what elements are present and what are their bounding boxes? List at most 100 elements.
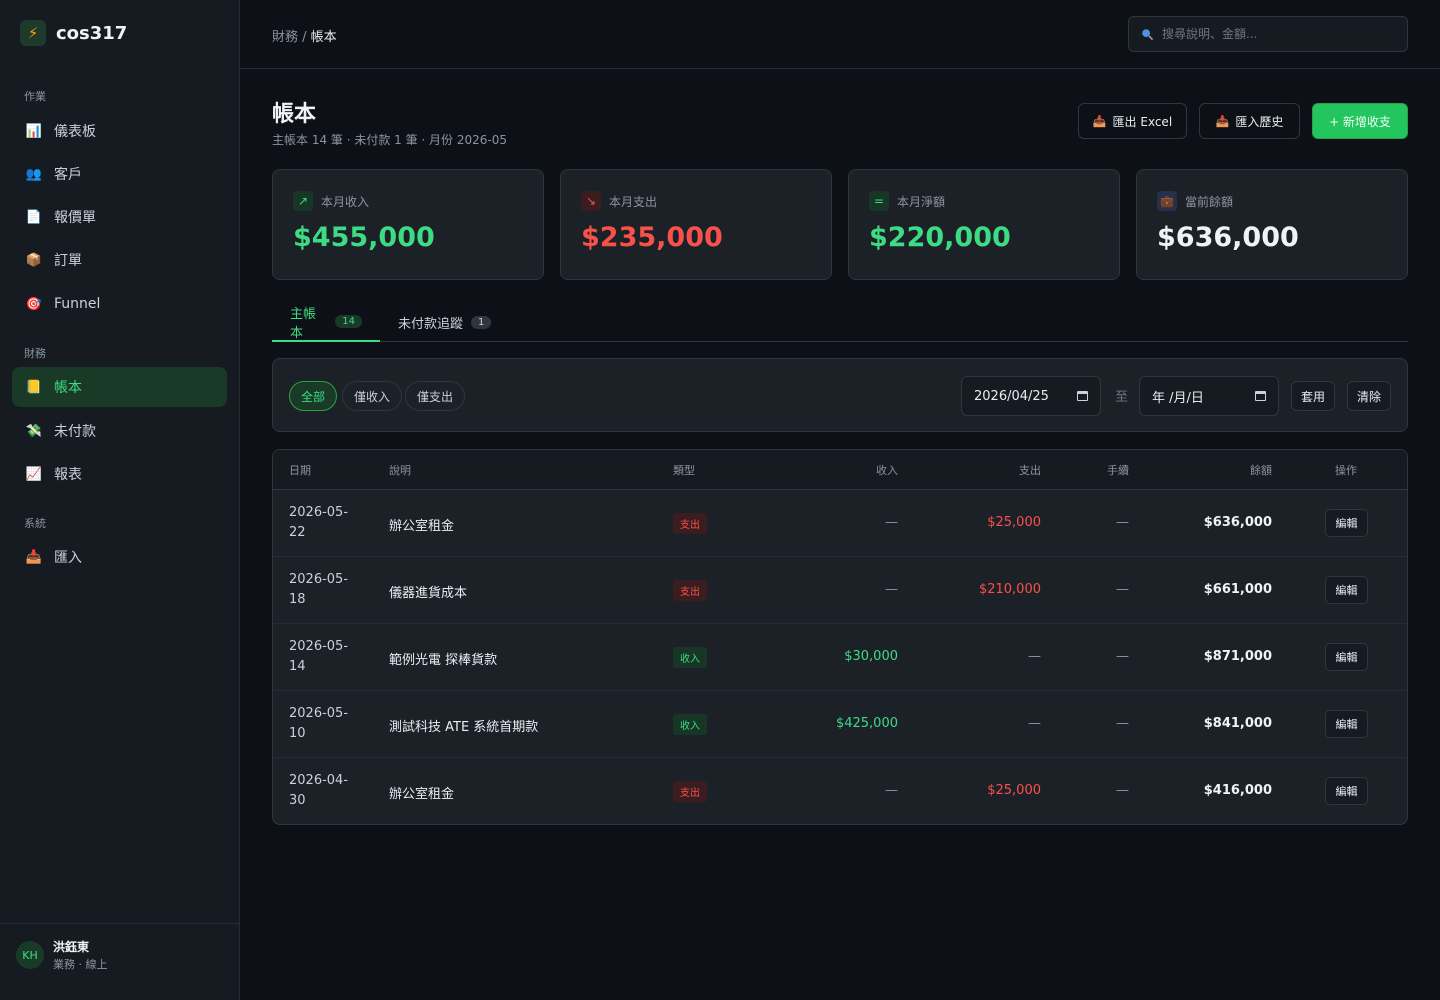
tab-main-ledger[interactable]: 主帳本 14 bbox=[272, 303, 380, 342]
tab-count-badge: 1 bbox=[471, 316, 492, 329]
date-range-separator: 至 bbox=[1115, 390, 1129, 405]
row-income: $30,000 bbox=[844, 649, 898, 664]
type-badge: 支出 bbox=[673, 513, 707, 534]
row-expense: — bbox=[1028, 649, 1041, 664]
row-date: 2026-05-10 bbox=[289, 706, 349, 741]
date-to-input[interactable]: 年 /月/日 bbox=[1139, 376, 1279, 416]
sidebar-item-label: 客戶 bbox=[54, 167, 82, 183]
breadcrumb: 財務 / 帳本 bbox=[272, 26, 337, 45]
stat-value: $636,000 bbox=[1157, 222, 1299, 253]
brand-name: cos317 bbox=[56, 22, 128, 44]
calendar-icon[interactable] bbox=[1255, 391, 1266, 401]
row-fee: — bbox=[1116, 716, 1129, 731]
nav-section-system: 系統 bbox=[24, 517, 46, 530]
row-expense: — bbox=[1028, 716, 1041, 731]
sidebar-item-label: 未付款 bbox=[54, 424, 96, 440]
breadcrumb-separator: / bbox=[298, 30, 311, 45]
row-fee: — bbox=[1116, 582, 1129, 597]
column-header-fee: 手續 bbox=[1107, 464, 1129, 477]
clear-button[interactable]: 清除 bbox=[1347, 381, 1391, 411]
export-excel-label: 匯出 Excel bbox=[1112, 114, 1173, 129]
sidebar-item-orders[interactable]: 📦 訂單 bbox=[12, 240, 227, 280]
row-date: 2026-05-18 bbox=[289, 572, 349, 607]
edit-button[interactable]: 編輯 bbox=[1325, 576, 1368, 604]
avatar: KH bbox=[16, 941, 44, 969]
row-income: $425,000 bbox=[835, 716, 898, 731]
ledger-tabs: 主帳本 14 未付款追蹤 1 bbox=[272, 303, 1408, 342]
user-name: 洪鈺東 bbox=[53, 940, 90, 954]
filter-expense-chip[interactable]: 僅支出 bbox=[405, 381, 466, 411]
tab-unpaid-tracking[interactable]: 未付款追蹤 1 bbox=[380, 303, 509, 342]
sidebar-item-funnel[interactable]: 🎯 Funnel bbox=[12, 284, 227, 324]
apply-button[interactable]: 套用 bbox=[1291, 381, 1335, 411]
edit-button[interactable]: 編輯 bbox=[1325, 643, 1368, 671]
sidebar-item-label: 訂單 bbox=[54, 253, 82, 269]
add-entry-button[interactable]: + 新增收支 bbox=[1312, 103, 1408, 139]
row-income: — bbox=[885, 515, 898, 530]
date-from-value: 2026/04/25 bbox=[974, 388, 1049, 404]
sidebar-item-reports[interactable]: 📈 報表 bbox=[12, 454, 227, 494]
stat-value: $220,000 bbox=[869, 222, 1011, 253]
tab-label: 主帳本 bbox=[290, 306, 317, 341]
sidebar-item-customers[interactable]: 👥 客戶 bbox=[12, 154, 227, 194]
column-header-type: 類型 bbox=[673, 464, 695, 477]
page-title: 帳本 bbox=[272, 102, 317, 127]
stat-value: $235,000 bbox=[581, 222, 723, 253]
row-expense: $25,000 bbox=[987, 783, 1041, 798]
edit-button[interactable]: 編輯 bbox=[1325, 509, 1368, 537]
stat-card-expense: ↘ 本月支出 $235,000 bbox=[560, 169, 832, 280]
search-box[interactable] bbox=[1128, 16, 1408, 52]
page-subtitle: 主帳本 14 筆 · 未付款 1 筆 · 月份 2026-05 bbox=[272, 133, 508, 147]
column-header-date: 日期 bbox=[289, 464, 311, 477]
edit-button[interactable]: 編輯 bbox=[1325, 710, 1368, 738]
sidebar-item-label: 報價單 bbox=[54, 210, 96, 226]
target-icon: 🎯 bbox=[25, 296, 43, 312]
sidebar-item-label: 匯入 bbox=[54, 550, 82, 566]
sidebar-item-label: 報表 bbox=[54, 467, 82, 483]
filter-all-chip[interactable]: 全部 bbox=[289, 381, 338, 411]
stat-card-net: = 本月淨額 $220,000 bbox=[848, 169, 1120, 280]
edit-button[interactable]: 編輯 bbox=[1325, 777, 1368, 805]
type-badge: 收入 bbox=[673, 647, 707, 668]
ledger-table: 日期 說明 類型 收入 支出 手續 餘額 操作 2026-05-22 辦公室租金… bbox=[272, 449, 1408, 825]
calendar-icon[interactable] bbox=[1077, 391, 1088, 401]
user-status: 業務 · 線上 bbox=[53, 958, 108, 971]
row-income: — bbox=[885, 783, 898, 798]
type-badge: 收入 bbox=[673, 714, 707, 735]
tab-count-badge: 14 bbox=[335, 315, 362, 328]
user-panel[interactable]: KH 洪鈺東 業務 · 線上 bbox=[0, 923, 239, 1000]
row-date: 2026-05-22 bbox=[289, 505, 349, 540]
breadcrumb-parent[interactable]: 財務 bbox=[272, 30, 298, 45]
document-icon: 📄 bbox=[25, 209, 43, 225]
row-description: 測試科技 ATE 系統首期款 bbox=[389, 720, 539, 735]
column-header-balance: 餘額 bbox=[1250, 464, 1272, 477]
arrow-down-right-icon: ↘ bbox=[581, 191, 601, 211]
sidebar-item-quotes[interactable]: 📄 報價單 bbox=[12, 197, 227, 237]
export-excel-button[interactable]: 📥 匯出 Excel bbox=[1078, 103, 1187, 139]
sidebar-item-ledger[interactable]: 📒 帳本 bbox=[12, 367, 227, 407]
chart-icon: 📊 bbox=[25, 123, 43, 139]
briefcase-icon: 💼 bbox=[1157, 191, 1177, 211]
row-fee: — bbox=[1116, 649, 1129, 664]
row-date: 2026-05-14 bbox=[289, 639, 349, 674]
type-badge: 支出 bbox=[673, 580, 707, 601]
row-income: — bbox=[885, 582, 898, 597]
sidebar-item-dashboard[interactable]: 📊 儀表板 bbox=[12, 111, 227, 151]
filter-income-chip[interactable]: 僅收入 bbox=[342, 381, 403, 411]
topbar: 財務 / 帳本 bbox=[240, 0, 1440, 69]
row-fee: — bbox=[1116, 515, 1129, 530]
ledger-icon: 📒 bbox=[25, 379, 43, 395]
bolt-icon: ⚡ bbox=[20, 20, 46, 46]
row-balance: $636,000 bbox=[1203, 515, 1272, 530]
date-from-input[interactable]: 2026/04/25 bbox=[961, 376, 1101, 416]
sidebar-item-import[interactable]: 📥 匯入 bbox=[12, 537, 227, 577]
sidebar-item-label: Funnel bbox=[54, 296, 101, 312]
inbox-icon: 📥 bbox=[1092, 114, 1107, 128]
trend-icon: 📈 bbox=[25, 466, 43, 482]
arrow-up-right-icon: ↗ bbox=[293, 191, 313, 211]
table-row: 2026-05-22 辦公室租金 支出 — $25,000 — $636,000… bbox=[273, 490, 1407, 557]
brand[interactable]: ⚡ cos317 bbox=[20, 20, 127, 46]
search-input[interactable] bbox=[1162, 27, 1392, 41]
sidebar-item-unpaid[interactable]: 💸 未付款 bbox=[12, 411, 227, 451]
import-history-button[interactable]: 📥 匯入歷史 bbox=[1199, 103, 1300, 139]
